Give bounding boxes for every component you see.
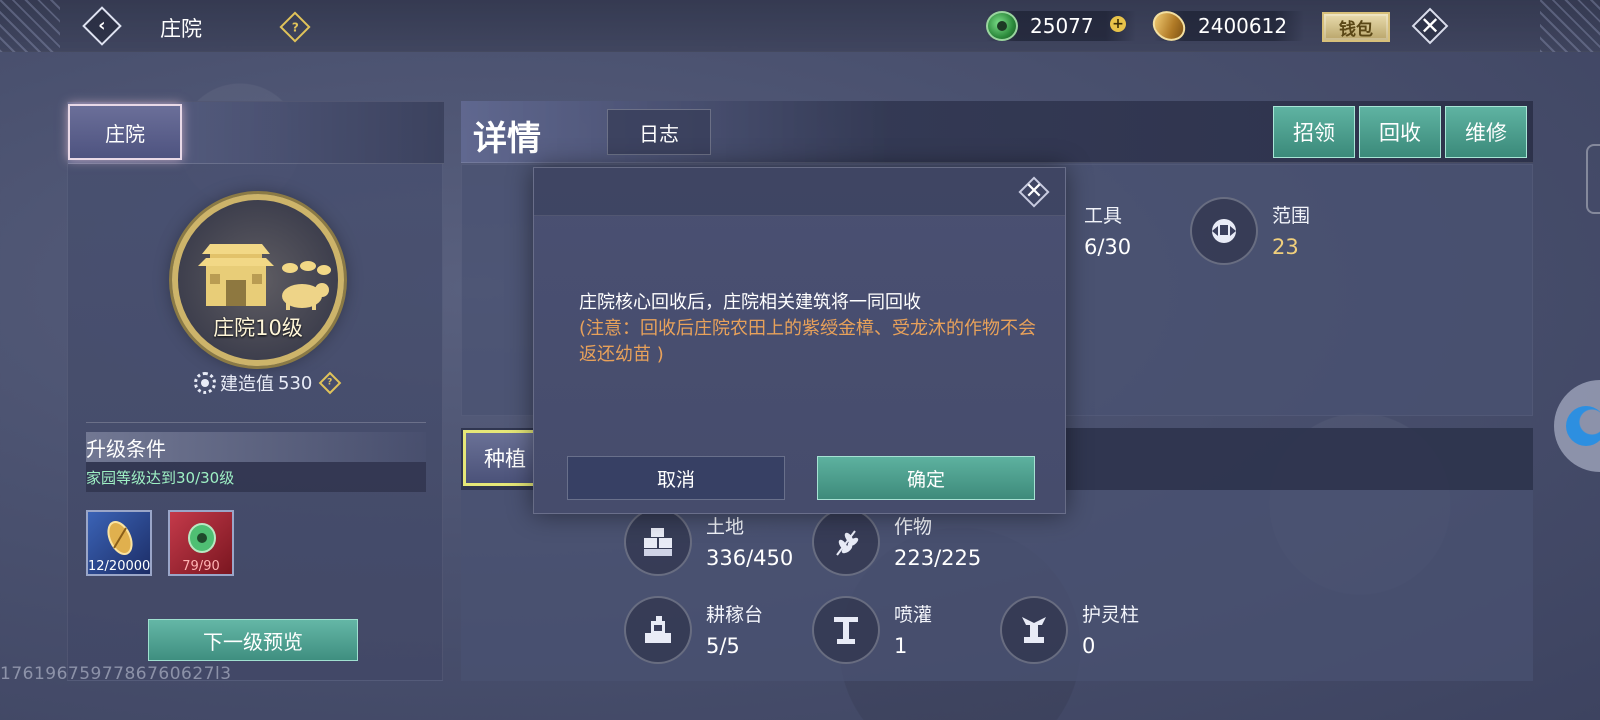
tab-manor[interactable]: 庄院 <box>68 104 182 160</box>
jade-icon <box>188 523 216 553</box>
requirement-item-jade[interactable]: 79/90 <box>168 510 234 576</box>
dialog-body: 庄院核心回收后，庄院相关建筑将一同回收 (注意：回收后庄院农田上的紫绶金樟、受龙… <box>579 290 1039 368</box>
build-value: 建造值 530 ? <box>194 370 342 396</box>
stat-value: 6/30 <box>1084 235 1132 259</box>
left-header: 庄院 <box>68 102 444 164</box>
build-value-number: 530 <box>278 372 313 394</box>
coin-icon <box>107 521 133 555</box>
divider <box>86 422 426 423</box>
recycle-button[interactable]: 回收 <box>1359 106 1441 158</box>
stat-value: 0 <box>1082 634 1096 658</box>
chevron-left-icon: ‹ <box>98 14 106 36</box>
help-icon[interactable]: ? <box>279 11 311 43</box>
stat-value: 223/225 <box>894 546 982 570</box>
requirement-count: 12/20000 <box>88 559 151 574</box>
stat-label: 耕稼台 <box>706 604 764 626</box>
repair-button[interactable]: 维修 <box>1445 106 1527 158</box>
recruit-button[interactable]: 招领 <box>1273 106 1355 158</box>
stat-label: 土地 <box>706 516 745 538</box>
requirement-count: 79/90 <box>182 559 220 574</box>
jade-amount: 25077 <box>1030 14 1094 38</box>
manor-level-emblem: 庄院10级 <box>172 194 344 366</box>
upgrade-condition-text: 家园等级达到30/30级 <box>86 462 426 492</box>
close-icon: ✕ <box>1419 12 1441 40</box>
confirm-button[interactable]: 确定 <box>817 456 1035 500</box>
floating-assistant-button[interactable] <box>1554 380 1600 472</box>
corner-ornament-right <box>1540 0 1600 52</box>
dialog-header: ✕ <box>534 168 1065 216</box>
stat-value: 5/5 <box>706 634 740 658</box>
farming-platform-icon <box>624 596 692 664</box>
manor-level-label: 庄院10级 <box>213 316 303 340</box>
top-bar: ‹ 庄院 ? 25077 + 2400612 钱包 ✕ <box>0 0 1600 52</box>
close-icon: ✕ <box>1024 179 1044 204</box>
coin-amount: 2400612 <box>1198 14 1288 38</box>
stat-label: 范围 <box>1272 205 1311 227</box>
tab-details[interactable]: 详情 <box>473 111 541 160</box>
manor-overview-panel: 庄院 庄院10级 建造值 530 ? 升级条件 家园等级达到30/30级 12/… <box>67 101 444 681</box>
stat-label: 工具 <box>1084 205 1123 227</box>
jade-icon <box>986 11 1018 41</box>
wallet-button[interactable]: 钱包 <box>1322 12 1390 42</box>
stat-value: 23 <box>1272 235 1299 259</box>
back-button[interactable]: ‹ <box>82 6 122 46</box>
coin-currency: 2400612 <box>1148 5 1304 47</box>
dialog-warning-note: (注意：回收后庄院农田上的紫绶金樟、受龙沐的作物不会返还幼苗 ) <box>579 318 1037 365</box>
manor-building-icon <box>198 244 274 306</box>
cancel-button[interactable]: 取消 <box>567 456 785 500</box>
land-icon <box>624 508 692 576</box>
build-value-label: 建造值 <box>220 374 274 395</box>
recycle-confirm-dialog: ✕ 庄院核心回收后，庄院相关建筑将一同回收 (注意：回收后庄院农田上的紫绶金樟、… <box>533 167 1066 514</box>
crop-icon <box>812 508 880 576</box>
livestock-icon <box>282 261 331 310</box>
add-jade-plus-icon[interactable]: + <box>1110 16 1126 32</box>
stat-value: 1 <box>894 634 908 658</box>
sprinkler-icon <box>812 596 880 664</box>
stat-value: 336/450 <box>706 546 794 570</box>
range-icon <box>1190 197 1258 265</box>
dialog-close-button[interactable]: ✕ <box>1017 175 1051 209</box>
upgrade-conditions-title: 升级条件 <box>86 432 426 462</box>
jade-currency: 25077 + <box>986 9 1136 43</box>
next-level-preview-button[interactable]: 下一级预览 <box>148 619 358 661</box>
page-title: 庄院 <box>160 17 202 41</box>
close-button[interactable]: ✕ <box>1410 6 1450 46</box>
moon-icon <box>1566 406 1600 446</box>
user-id-watermark: 1761967597786760627l3 <box>0 664 232 684</box>
side-handle[interactable] <box>1586 144 1600 214</box>
stat-label: 作物 <box>894 516 933 538</box>
stat-label: 护灵柱 <box>1082 604 1140 626</box>
tab-log[interactable]: 日志 <box>607 109 711 155</box>
stat-label: 喷灌 <box>894 604 933 626</box>
requirement-item-coin[interactable]: 12/20000 <box>86 510 152 576</box>
dialog-message: 庄院核心回收后，庄院相关建筑将一同回收 <box>579 292 921 313</box>
guardian-pillar-icon <box>1000 596 1068 664</box>
gear-icon <box>194 372 216 394</box>
build-help-icon[interactable]: ? <box>319 371 342 395</box>
detail-header: 详情 日志 招领 回收 维修 <box>461 101 1533 163</box>
corner-ornament-left <box>0 0 60 52</box>
